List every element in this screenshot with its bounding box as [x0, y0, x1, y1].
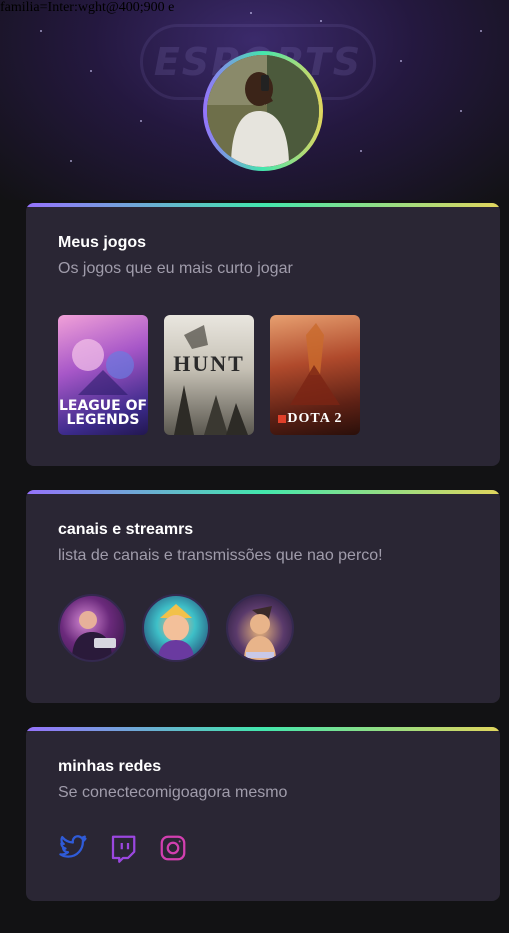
games-card-title: Meus jogos	[58, 234, 147, 251]
streamer-avatar-2[interactable]	[142, 594, 210, 662]
streamers-card-title: canais e streamrs	[58, 521, 194, 538]
font-debug-text: familia=Inter:wght@400;900 e	[0, 0, 175, 15]
twitter-link[interactable]	[58, 833, 88, 863]
social-card-subtitle: Se conectecomigoagora mesmo	[58, 784, 288, 801]
social-links	[58, 833, 468, 863]
games-card-subtitle: Os jogos que eu mais curto jogar	[58, 260, 293, 277]
twitter-icon	[59, 835, 87, 858]
twitch-icon	[111, 835, 136, 863]
streamer-2-icon	[158, 604, 194, 660]
streamer-avatar-3[interactable]	[226, 594, 294, 662]
games-card: Meus jogos Os jogos que eu mais curto jo…	[26, 203, 500, 466]
instagram-link[interactable]	[158, 833, 188, 863]
games-list: LEAGUE OF LEGENDS HUNT DOTA 2	[58, 315, 468, 435]
user-photo-icon	[207, 55, 319, 167]
streamer-1-icon	[72, 611, 116, 660]
streamers-card-subtitle: lista de canais e transmissões que nao p…	[58, 547, 383, 564]
game-title-dota: DOTA 2	[287, 411, 343, 426]
streamer-avatar-1[interactable]	[58, 594, 126, 662]
game-title-league: LEAGUE OF LEGENDS	[58, 398, 148, 428]
game-title-hunt: HUNT	[173, 351, 245, 376]
game-cover-league-of-legends[interactable]: LEAGUE OF LEGENDS	[58, 315, 148, 435]
streamers-list	[58, 594, 468, 662]
profile-avatar-ring	[203, 51, 323, 171]
streamers-card: canais e streamrs lista de canais e tran…	[26, 490, 500, 703]
twitch-link[interactable]	[108, 833, 138, 863]
instagram-icon	[160, 835, 186, 861]
profile-avatar	[207, 55, 319, 167]
social-card-title: minhas redes	[58, 758, 162, 775]
social-card: minhas redes Se conectecomigoagora mesmo	[26, 727, 500, 901]
game-cover-dota-2[interactable]: DOTA 2	[270, 315, 360, 435]
game-cover-hunt[interactable]: HUNT	[164, 315, 254, 435]
streamer-3-icon	[244, 606, 276, 660]
